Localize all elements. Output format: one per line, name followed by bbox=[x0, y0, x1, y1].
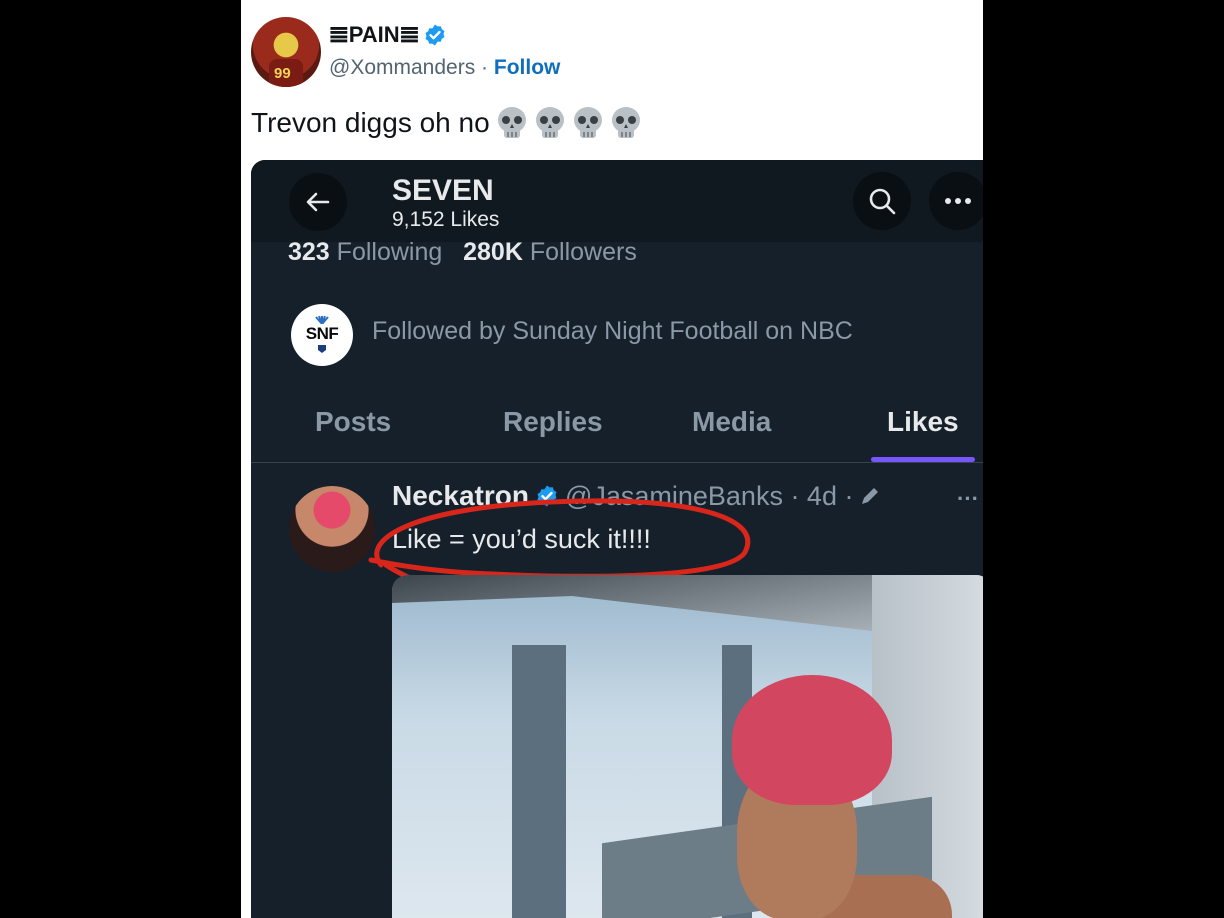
skull-emoji-icon bbox=[573, 107, 602, 138]
tab-posts[interactable]: Posts bbox=[315, 406, 391, 438]
followers-count[interactable]: 280K bbox=[463, 238, 523, 266]
tab-likes[interactable]: Likes bbox=[887, 406, 959, 438]
follow-stats: 323 Following 280K Followers bbox=[288, 238, 637, 267]
skull-emoji-icon bbox=[497, 107, 526, 138]
more-dots-icon bbox=[945, 198, 971, 204]
followed-by-avatar[interactable]: SNF bbox=[291, 304, 353, 366]
author-display-name-text: 𝌆PAIN𝌆 bbox=[329, 22, 420, 47]
profile-likes-count: 9,152 Likes bbox=[392, 208, 500, 231]
tweet-text-body: Trevon diggs oh no bbox=[251, 107, 490, 138]
nfl-shield-icon bbox=[318, 345, 326, 353]
edited-pencil-icon bbox=[862, 488, 879, 504]
followed-by-text: Followed by Sunday Night Football on NBC bbox=[372, 317, 853, 345]
author-handle-row: @Xommanders · Follow bbox=[329, 56, 560, 80]
tabs-divider bbox=[251, 462, 983, 463]
profile-name: SEVEN bbox=[392, 174, 494, 207]
tweet-text: Trevon diggs oh no bbox=[251, 106, 642, 140]
more-options-button[interactable] bbox=[929, 172, 983, 230]
peacock-icon bbox=[315, 316, 329, 324]
photo-window-frame bbox=[512, 645, 566, 918]
verified-badge-icon bbox=[425, 24, 445, 46]
skull-emoji-icon bbox=[611, 107, 640, 138]
author-handle[interactable]: @Xommanders bbox=[329, 56, 475, 79]
followers-label[interactable]: Followers bbox=[530, 238, 637, 266]
separator-dot: · bbox=[481, 56, 489, 79]
avatar-jersey-number: 99 bbox=[274, 65, 291, 82]
profile-tabs: Posts Replies Media Likes bbox=[251, 400, 983, 462]
search-button[interactable] bbox=[853, 172, 911, 230]
back-button[interactable] bbox=[289, 173, 347, 231]
following-label[interactable]: Following bbox=[337, 238, 443, 266]
tab-media[interactable]: Media bbox=[692, 406, 771, 438]
liked-post-photo[interactable] bbox=[392, 575, 983, 918]
author-display-name[interactable]: 𝌆PAIN𝌆 bbox=[329, 22, 447, 48]
follow-button[interactable]: Follow bbox=[494, 56, 561, 79]
author-avatar[interactable]: 99 bbox=[251, 17, 321, 87]
back-arrow-icon bbox=[306, 192, 330, 212]
following-count[interactable]: 323 bbox=[288, 238, 330, 266]
photo-person-hair bbox=[732, 675, 892, 805]
search-icon bbox=[869, 188, 896, 215]
tweet-card: 99 𝌆PAIN𝌆 @Xommanders · Follow Trevon di… bbox=[241, 0, 983, 918]
tab-replies[interactable]: Replies bbox=[503, 406, 603, 438]
snf-badge-text: SNF bbox=[305, 324, 339, 343]
skull-emoji-icon bbox=[535, 107, 564, 138]
embedded-profile-screenshot[interactable]: SEVEN 9,152 Likes 323 Following 280K Fol… bbox=[251, 160, 983, 918]
post-more-icon[interactable]: ··· bbox=[957, 486, 979, 512]
